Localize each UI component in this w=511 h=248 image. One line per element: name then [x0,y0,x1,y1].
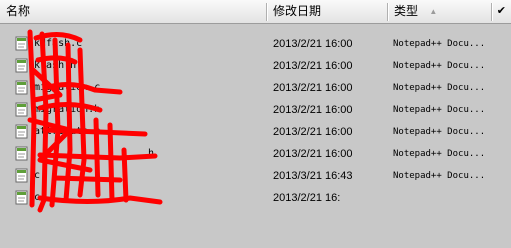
column-header-modified[interactable]: 修改日期 [267,0,387,23]
file-name: c [34,192,41,203]
notepad-file-icon [15,80,28,95]
file-name: kfash.h [34,60,77,71]
file-name: attribute.c [34,126,101,137]
file-row[interactable]: kfash.h 2013/2/21 16:00 Notepad++ Docu..… [0,55,511,77]
file-row[interactable]: h 2013/2/21 16:00 Notepad++ Docu... [0,143,511,165]
file-row[interactable]: c 2013/3/21 16:43 Notepad++ Docu... [0,165,511,187]
file-name: c [34,170,41,181]
file-row[interactable]: migration.c 2013/2/21 16:00 Notepad++ Do… [0,77,511,99]
column-header-name[interactable]: 名称 [0,0,266,23]
notepad-file-icon [15,124,28,139]
file-row[interactable]: migration.h 2013/2/21 16:00 Notepad++ Do… [0,99,511,121]
file-date: 2013/2/21 16:00 [273,82,353,94]
file-type: Notepad++ Docu... [393,171,486,181]
file-name: kdfash.c [34,38,83,49]
file-type [393,187,503,209]
file-row[interactable]: c 2013/2/21 16: [0,187,511,209]
file-type: Notepad++ Docu... [393,61,486,71]
column-header-type-label: 类型 [394,4,419,18]
column-header-bar: 名称 修改日期 类型 ▲ ✔ [0,0,511,24]
file-date: 2013/2/21 16:00 [273,148,353,160]
file-name: migration.c [34,82,101,93]
checkmark-icon[interactable]: ✔ [497,0,506,23]
notepad-file-icon [15,102,28,117]
file-date: 2013/3/21 16:43 [273,170,353,182]
sort-ascending-icon: ▲ [429,7,438,17]
column-header-modified-label: 修改日期 [273,4,322,18]
file-name: migration.h [34,104,101,115]
file-type: Notepad++ Docu... [393,149,486,159]
notepad-file-icon [15,36,28,51]
file-date: 2013/2/21 16:00 [273,38,353,50]
notepad-file-icon [15,58,28,73]
file-date: 2013/2/21 16: [273,192,341,204]
file-date: 2013/2/21 16:00 [273,60,353,72]
column-divider[interactable] [491,3,493,21]
notepad-file-icon [15,168,28,183]
file-type: Notepad++ Docu... [393,127,486,137]
file-type: Notepad++ Docu... [393,105,486,115]
file-row[interactable]: kdfash.c 2013/2/21 16:00 Notepad++ Docu.… [0,33,511,55]
notepad-file-icon [15,146,28,161]
file-type: Notepad++ Docu... [393,83,486,93]
notepad-file-icon [15,190,28,205]
file-row[interactable]: attribute.c 2013/2/21 16:00 Notepad++ Do… [0,121,511,143]
file-date: 2013/2/21 16:00 [273,126,353,138]
file-type: Notepad++ Docu... [393,39,486,49]
file-date: 2013/2/21 16:00 [273,104,353,116]
column-header-name-label: 名称 [6,4,31,18]
